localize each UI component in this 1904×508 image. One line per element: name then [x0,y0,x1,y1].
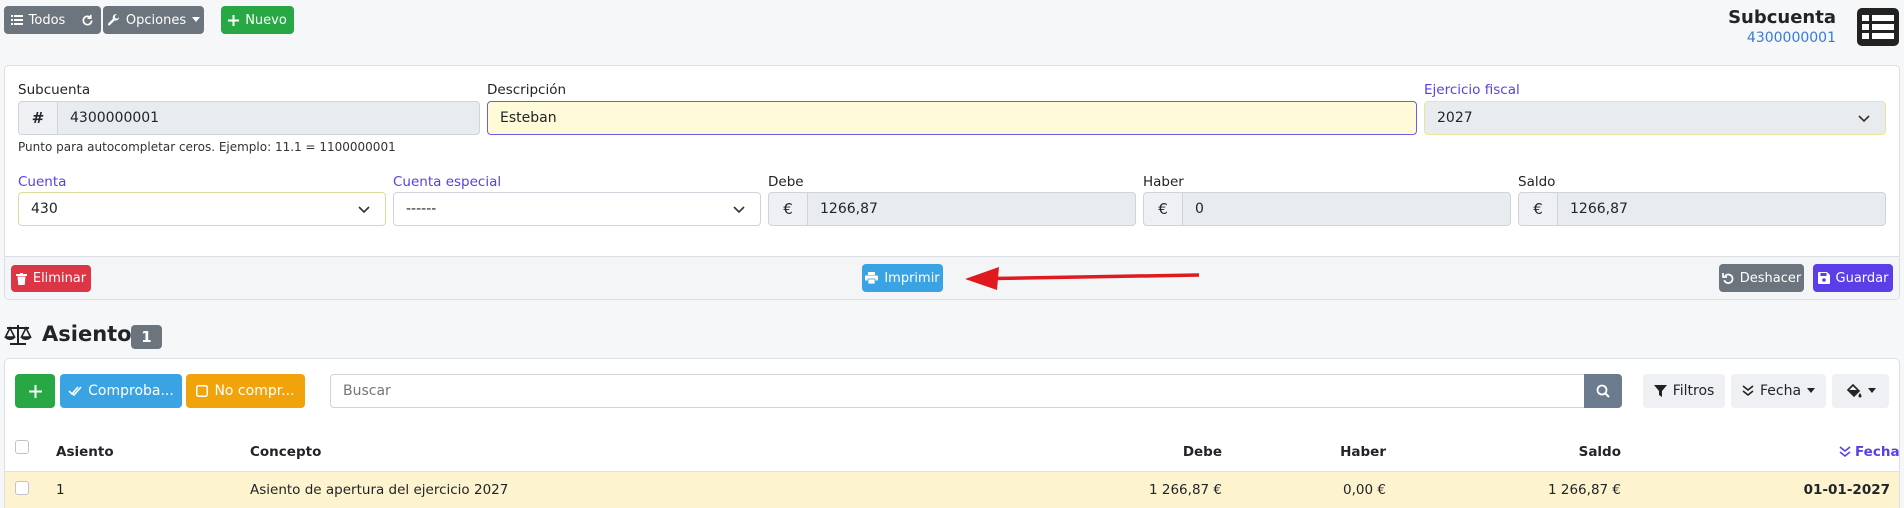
debe-addon: € [768,192,808,226]
no-comprobado-filter-button[interactable]: No compr... [186,374,305,408]
ejercicio-label: Ejercicio fiscal [1424,82,1520,98]
nuevo-button[interactable]: Nuevo [221,6,294,34]
todos-button[interactable]: Todos [4,6,101,34]
deshacer-button[interactable]: Deshacer [1719,264,1804,292]
saldo-input[interactable]: 1266,87 [1557,192,1886,226]
debe-label: Debe [768,174,804,190]
comprobado-filter-button[interactable]: Comproba... [60,374,182,408]
guardar-label: Guardar [1835,270,1889,286]
guardar-button[interactable]: Guardar [1813,264,1893,292]
row-checkbox[interactable] [15,481,29,495]
page-title: Subcuenta [1728,7,1836,28]
form-footer [5,256,1899,299]
saldo-addon: € [1518,192,1558,226]
descripcion-input[interactable]: Esteban [487,101,1417,135]
subcuenta-input[interactable]: 4300000001 [57,101,480,135]
refresh-icon [81,14,94,27]
color-options-button[interactable] [1832,374,1889,408]
column-header-asiento[interactable]: Asiento [56,444,114,460]
fill-bucket-icon [1846,384,1862,398]
subcuenta-label: Subcuenta [18,82,91,98]
haber-input[interactable]: 0 [1182,192,1511,226]
column-header-fecha[interactable]: Fecha [1839,444,1900,460]
opciones-label: Opciones [125,12,187,28]
search-input[interactable] [330,374,1585,408]
cuenta-especial-value: ------ [406,201,437,217]
column-header-saldo[interactable]: Saldo [1421,444,1621,460]
row-haber: 0,00 € [1343,482,1386,498]
add-asiento-button[interactable] [15,374,55,408]
no-comprobado-label: No compr... [214,383,295,399]
table-list-icon[interactable] [1856,7,1900,47]
filtros-label: Filtros [1672,383,1715,399]
caret-down-icon [1867,388,1876,394]
caret-down-icon [192,17,201,23]
wrench-icon [107,13,120,27]
annotation-arrow [963,265,1201,291]
chevron-down-icon [357,202,371,216]
deshacer-label: Deshacer [1739,270,1802,286]
select-all-checkbox[interactable] [15,440,29,454]
check-double-icon [68,385,82,397]
opciones-button[interactable]: Opciones [103,6,204,34]
cuenta-especial-label: Cuenta especial [393,174,502,190]
balance-scale-icon [4,324,32,346]
cuenta-value: 430 [31,201,58,217]
chevron-down-icon [1857,111,1871,125]
plus-icon [228,14,240,26]
square-icon [196,385,209,397]
cuenta-especial-select[interactable]: ------ [393,192,761,226]
descripcion-label: Descripción [487,82,567,98]
eliminar-button[interactable]: Eliminar [11,265,91,292]
eliminar-label: Eliminar [32,271,87,286]
search-button[interactable] [1584,374,1622,408]
debe-input[interactable]: 1266,87 [807,192,1136,226]
imprimir-button[interactable]: Imprimir [862,264,943,292]
page-subtitle[interactable]: 4300000001 [1747,30,1836,46]
haber-addon: € [1143,192,1183,226]
cuenta-label: Cuenta [18,174,67,190]
column-header-concepto[interactable]: Concepto [250,444,321,460]
fecha-sort-button[interactable]: Fecha [1731,374,1826,408]
save-icon [1817,272,1830,284]
chevron-down-icon [732,202,746,216]
row-concepto[interactable]: Asiento de apertura del ejercicio 2027 [250,482,508,498]
undo-icon [1721,272,1734,284]
ejercicio-select[interactable]: 2027 [1424,101,1886,135]
plus-icon [28,384,42,398]
todos-label: Todos [28,12,66,28]
list-icon [10,14,23,26]
subcuenta-addon: # [18,101,58,135]
imprimir-label: Imprimir [884,270,940,286]
caret-down-icon [1807,388,1816,394]
nuevo-label: Nuevo [245,12,287,28]
search-icon [1596,384,1610,398]
row-asiento: 1 [56,482,65,498]
subcuenta-help: Punto para autocompletar ceros. Ejemplo:… [18,140,396,154]
asientos-count-badge: 1 [131,325,162,349]
row-saldo: 1 266,87 € [1548,482,1621,498]
sort-desc-icon [1742,385,1754,397]
column-header-fecha-label: Fecha [1855,444,1900,460]
fecha-sort-label: Fecha [1759,383,1802,399]
filtros-button[interactable]: Filtros [1643,374,1725,408]
comprobado-label: Comproba... [88,383,174,399]
saldo-label: Saldo [1518,174,1556,190]
cuenta-select[interactable]: 430 [18,192,386,226]
print-icon [865,272,879,284]
trash-icon [15,272,27,285]
row-fecha: 01-01-2027 [1803,482,1890,498]
haber-label: Haber [1143,174,1184,190]
sort-desc-icon [1839,446,1851,458]
ejercicio-value: 2027 [1437,110,1473,126]
asientos-title: Asientos [42,322,145,346]
filter-icon [1653,385,1667,397]
column-header-haber[interactable]: Haber [1186,444,1386,460]
